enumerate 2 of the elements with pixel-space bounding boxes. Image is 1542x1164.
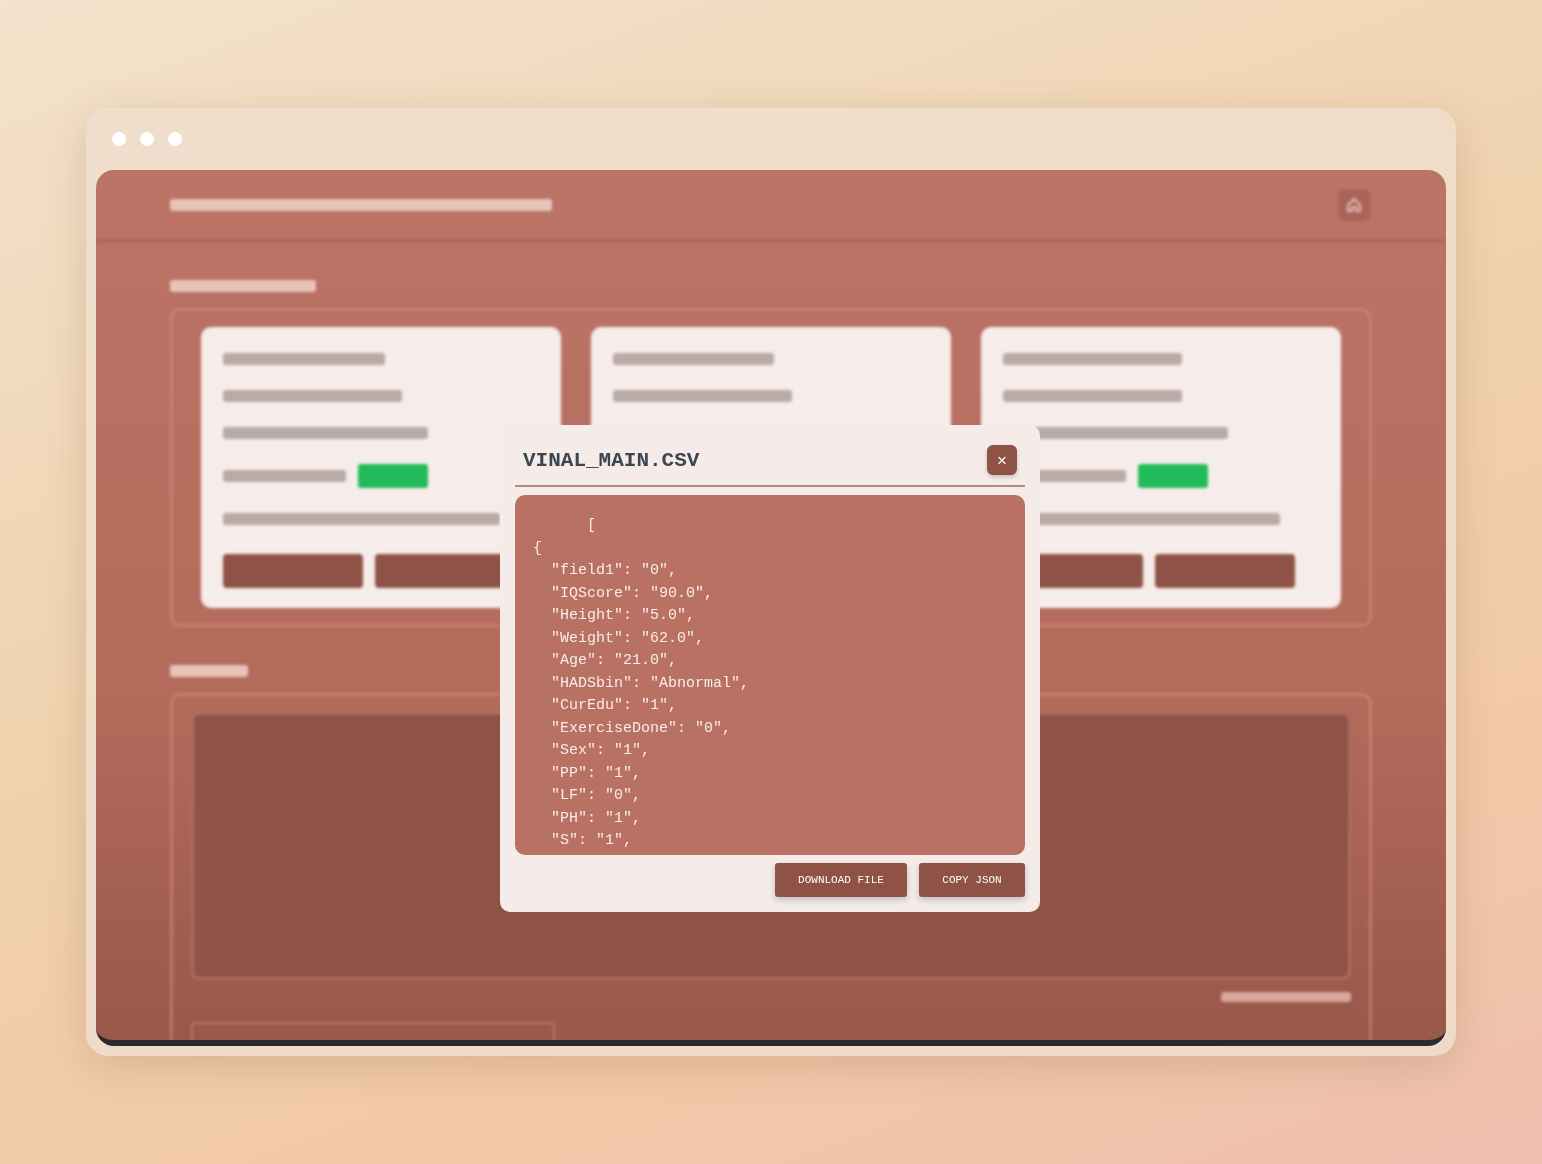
dialog-title: VINAL_MAIN.CSV: [523, 448, 700, 472]
json-preview: [ { "field1": "0", "IQScore": "90.0", "Height": "5.0", "Weight": "62.0", "Age": "21.0", "HADSbin": "Abnormal", "CurEdu": "1", "ExerciseDone": "0", "Sex": "1", "PP": "1", "LF": "0", "PH": "1", "S": "1",: [515, 495, 1025, 855]
